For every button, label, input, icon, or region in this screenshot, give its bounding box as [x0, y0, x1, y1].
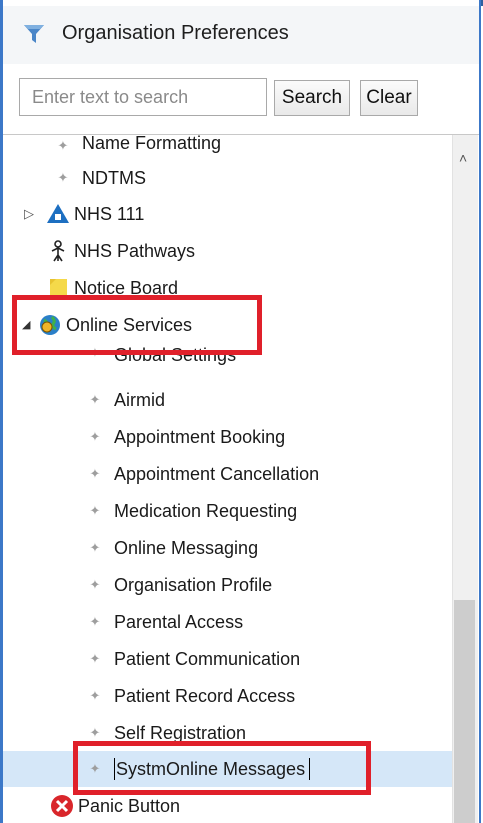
tree-item-notice-board[interactable]: Notice Board [46, 271, 178, 305]
clear-button[interactable]: Clear [360, 80, 418, 116]
tree-item-patient-record-access[interactable]: ✦ Patient Record Access [88, 679, 296, 713]
person-arrow-icon [51, 240, 65, 262]
tree-item-systmonline-messages[interactable]: ✦ SystmOnline Messages [88, 752, 311, 786]
bullet-icon: ✦ [89, 761, 101, 776]
tree-item-label: Online Services [66, 314, 193, 335]
expand-arrow-icon[interactable]: ▷ [24, 206, 34, 222]
tree-item-label: Self Registration [114, 722, 247, 743]
bullet-icon: ✦ [89, 392, 101, 407]
tree-item-nhs-111[interactable]: NHS 111 [46, 197, 144, 231]
search-button[interactable]: Search [274, 80, 350, 116]
tree-item-label: Organisation Profile [114, 574, 273, 595]
tree-item-appointment-cancellation[interactable]: ✦ Appointment Cancellation [88, 457, 320, 491]
bullet-icon: ✦ [89, 429, 101, 444]
tree-item-label: Medication Requesting [114, 500, 298, 521]
collapse-arrow-icon[interactable]: ◢ [22, 318, 30, 331]
tree-item-label: Parental Access [114, 611, 244, 632]
tree-item-ndtms[interactable]: ✦ NDTMS [56, 161, 146, 195]
text-cursor [309, 758, 311, 780]
tree-item-label: Panic Button [78, 795, 181, 816]
tree-item-organisation-profile[interactable]: ✦ Organisation Profile [88, 568, 273, 602]
scroll-up-arrow-icon[interactable]: ˄ [459, 150, 467, 166]
scrollbar-thumb[interactable] [454, 600, 475, 823]
tree-item-medication-requesting[interactable]: ✦ Medication Requesting [88, 494, 298, 528]
bullet-icon: ✦ [89, 577, 101, 592]
bullet-icon: ✦ [57, 138, 69, 153]
sticky-note-icon [50, 279, 67, 298]
tree-item-appointment-booking[interactable]: ✦ Appointment Booking [88, 420, 286, 454]
tree-item-label: NHS 111 [74, 203, 145, 224]
tree-item-label: Name Formatting [82, 133, 222, 153]
red-x-circle-icon [51, 795, 73, 817]
tree-item-label: Notice Board [74, 277, 179, 298]
globe-icon [40, 315, 60, 335]
tree-item-online-messaging[interactable]: ✦ Online Messaging [88, 531, 259, 565]
nhs-triangle-icon [47, 204, 69, 223]
bullet-icon: ✦ [89, 651, 101, 666]
tree-item-patient-communication[interactable]: ✦ Patient Communication [88, 642, 301, 676]
tree-item-label: NHS Pathways [74, 240, 196, 261]
tree-item-label: Patient Record Access [114, 685, 296, 706]
tree-item-global-settings[interactable]: ✦ Global Settings [88, 345, 237, 371]
bullet-icon: ✦ [89, 725, 101, 740]
tree-item-nhs-pathways[interactable]: NHS Pathways [46, 234, 195, 268]
bullet-icon: ✦ [89, 540, 101, 555]
tree-item-panic-button[interactable]: Panic Button [50, 789, 180, 823]
search-input[interactable] [19, 78, 267, 116]
bullet-icon: ✦ [57, 170, 69, 185]
tree-item-label: Global Settings [114, 345, 237, 365]
tree-item-airmid[interactable]: ✦ Airmid [88, 383, 165, 417]
bullet-icon: ✦ [89, 345, 101, 360]
tree-item-online-services[interactable]: Online Services [38, 308, 192, 342]
bullet-icon: ✦ [89, 614, 101, 629]
tree-item-name-formatting[interactable]: ✦ Name Formatting [56, 128, 222, 154]
tree-item-label: SystmOnline Messages [116, 758, 306, 779]
tree-item-label: Appointment Booking [114, 426, 286, 447]
funnel-icon [24, 25, 44, 43]
tree-item-self-registration[interactable]: ✦ Self Registration [88, 716, 247, 750]
bullet-icon: ✦ [89, 503, 101, 518]
bullet-icon: ✦ [89, 688, 101, 703]
tree-item-label: NDTMS [82, 167, 146, 188]
tree-item-label: Online Messaging [114, 537, 259, 558]
tree-item-label: Airmid [114, 389, 166, 410]
window-title: Organisation Preferences [62, 22, 289, 44]
tree-item-parental-access[interactable]: ✦ Parental Access [88, 605, 244, 639]
bullet-icon: ✦ [89, 466, 101, 481]
tree-item-label: Patient Communication [114, 648, 301, 669]
text-cursor [114, 758, 115, 780]
tree-item-label: Appointment Cancellation [114, 463, 320, 484]
